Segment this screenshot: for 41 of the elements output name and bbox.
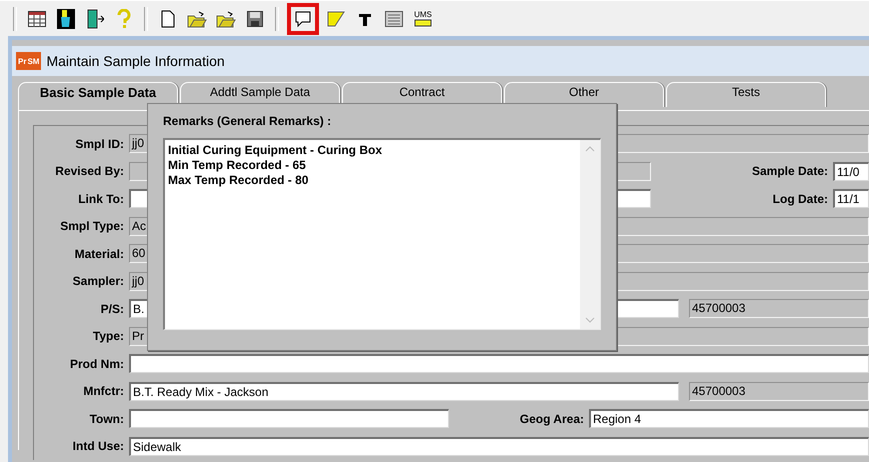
open-folder-icon (187, 10, 207, 28)
table-icon (28, 10, 46, 26)
speech-bubble-icon (294, 10, 312, 28)
input-field[interactable] (129, 409, 449, 428)
app-logo: PrSM (16, 52, 42, 70)
input-field[interactable]: B.T. Ready Mix - Jackson (129, 382, 679, 401)
input-field[interactable]: Region 4 (589, 409, 869, 428)
new-document-icon (161, 10, 175, 28)
tab[interactable]: Tests (666, 82, 826, 107)
toolbar-button[interactable] (287, 2, 319, 34)
date-field[interactable]: 11/1 (833, 189, 869, 208)
field-label: Smpl Type: (59, 219, 124, 234)
save-icon (247, 10, 263, 26)
toolbar-button[interactable]: UMS (411, 6, 435, 32)
open-folder-icon (216, 10, 236, 28)
field-label: Intd Use: (72, 439, 124, 454)
field-label: Material: (74, 246, 124, 261)
field-label: Prod Nm: (69, 356, 124, 371)
window-title: Maintain Sample Information (46, 53, 225, 69)
field-label: Geog Area: (520, 412, 584, 426)
field-label: Type: (92, 329, 124, 344)
field-label: Log Date: (772, 192, 828, 206)
field-label: Mnfctr: (82, 384, 124, 398)
code-field: 45700003 (689, 299, 869, 318)
note-icon (327, 10, 345, 28)
field-label: Sampler: (72, 274, 124, 288)
tab[interactable]: Basic Sample Data (18, 82, 178, 110)
field-label: P/S: (100, 302, 124, 316)
field-label: Revised By: (54, 164, 124, 178)
code-field: 45700003 (689, 382, 869, 401)
field-label: Sample Date: (752, 164, 828, 178)
input-field[interactable] (129, 354, 869, 374)
field-label: Link To: (77, 192, 124, 206)
field-label: Town: (88, 412, 124, 426)
popup-title: Remarks (General Remarks) : (163, 114, 332, 128)
input-field[interactable]: Sidewalk (129, 436, 869, 456)
field-label: Smpl ID: (74, 136, 124, 151)
list-icon (385, 10, 403, 26)
help-icon (116, 8, 132, 28)
units-label: UMS (414, 10, 432, 18)
exit-door-icon (86, 8, 104, 28)
